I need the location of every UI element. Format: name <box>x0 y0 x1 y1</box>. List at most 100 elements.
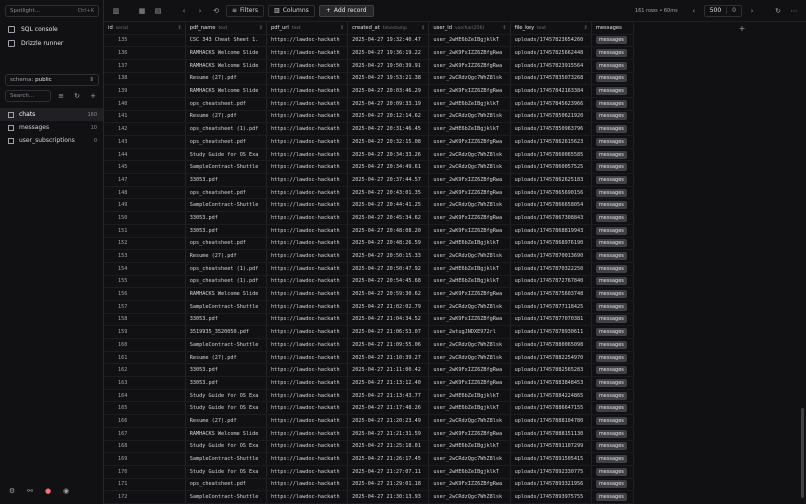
cell-user-id[interactable]: user_2wHE6bZeIBgjklkT <box>428 401 511 416</box>
cell-file-key[interactable]: uploads/17457868819943 <box>510 224 592 238</box>
cell-pdf-name[interactable]: SampleContract-Shuttle <box>185 198 267 213</box>
cell-user-id[interactable]: user_2wK9FxIZZ6ZBfgRwa <box>428 224 511 238</box>
columns-button[interactable]: ▥ Columns <box>268 4 315 17</box>
cell-user-id[interactable]: user_2wCRdzQgc7WhZ8lsk <box>428 72 511 86</box>
cell-id[interactable]: 149 <box>104 198 186 213</box>
cell-file-key[interactable]: uploads/17457862625183 <box>510 173 592 187</box>
table-row[interactable]: 139 RAMHACKS Welcome Slide https://lawdoc-… <box>104 84 635 98</box>
cell-pdf-name[interactable]: 33053.pdf <box>185 313 267 327</box>
cell-file-key[interactable]: uploads/17457884224865 <box>510 389 592 403</box>
table-row[interactable]: 149 SampleContract-Shuttle https://lawdoc-… <box>104 198 635 213</box>
messages-relation-button[interactable]: messages <box>595 467 627 476</box>
cell-pdf-name[interactable]: Study Guide for OS Exa <box>185 148 267 162</box>
pagination-inputs[interactable]: 500 0 <box>703 4 742 17</box>
cell-user-id[interactable]: user_2wCRdzQgc7WhZ8lsk <box>428 148 511 162</box>
cell-id[interactable]: 169 <box>104 452 186 466</box>
prev-page-icon[interactable]: ‹ <box>688 5 700 17</box>
forward-icon[interactable]: › <box>194 5 206 17</box>
cell-pdf-url[interactable]: https://lawdoc-hackath <box>266 275 349 289</box>
cell-id[interactable]: 143 <box>104 135 186 149</box>
messages-relation-button[interactable]: messages <box>595 391 627 400</box>
cell-file-key[interactable]: uploads/17457850963796 <box>510 122 592 136</box>
cell-user-id[interactable]: user_2wK9FxIZZ6ZBfgRwa <box>428 363 511 378</box>
cell-created-at[interactable]: 2025-04-27 21:20:23.49 <box>347 414 430 428</box>
cell-file-key[interactable]: uploads/17457870322250 <box>510 262 592 276</box>
sort-icon[interactable]: ⇕ <box>421 25 425 31</box>
table-row[interactable]: 150 33053.pdf https://lawdoc-hackath 2025-0… <box>104 211 635 225</box>
cell-id[interactable]: 159 <box>104 325 186 339</box>
cell-id[interactable]: 141 <box>104 110 186 124</box>
cell-pdf-name[interactable]: RAMHACKS Welcome Slide <box>185 59 267 73</box>
table-row[interactable]: 161 Resume (27).pdf https://lawdoc-hackath… <box>104 351 635 365</box>
history-icon[interactable]: ⟲ <box>210 5 222 17</box>
cell-user-id[interactable]: user_2wCRdzQgc7WhZ8lsk <box>428 490 511 504</box>
cell-file-key[interactable]: uploads/17457877118425 <box>510 300 592 314</box>
cell-pdf-name[interactable]: ops_cheatsheet (1).pdf <box>185 275 267 289</box>
cell-file-key[interactable]: uploads/17457866658054 <box>510 198 592 213</box>
cell-file-key[interactable]: uploads/17457868976190 <box>510 237 592 251</box>
column-header-created-at[interactable]: created_at timestamp ⇕ <box>347 22 430 35</box>
cell-pdf-url[interactable]: https://lawdoc-hackath <box>266 110 349 124</box>
table-row[interactable]: 157 SampleContract-Shuttle https://lawdoc-… <box>104 300 635 314</box>
cell-created-at[interactable]: 2025-04-27 20:03:46.29 <box>347 84 430 98</box>
table-row[interactable]: 144 Study Guide for OS Exa https://lawdoc-… <box>104 148 635 162</box>
cell-id[interactable]: 171 <box>104 478 186 492</box>
cell-pdf-name[interactable]: Resume (27).pdf <box>185 414 267 428</box>
cell-id[interactable]: 145 <box>104 160 186 175</box>
cell-id[interactable]: 136 <box>104 46 186 60</box>
cell-user-id[interactable]: user_2wCRdzQgc7WhZ8lsk <box>428 160 511 175</box>
table-row[interactable]: 166 Resume (27).pdf https://lawdoc-hackath… <box>104 414 635 428</box>
cell-pdf-name[interactable]: CSC 343 Cheat Sheet 1. <box>185 34 267 48</box>
cell-file-key[interactable]: uploads/17457891505415 <box>510 452 592 466</box>
table-row[interactable]: 152 ops_cheatsheet.pdf https://lawdoc-hack… <box>104 237 635 251</box>
messages-relation-button[interactable]: messages <box>595 188 627 197</box>
cell-user-id[interactable]: user_2wK9FxIZZ6ZBfgRwa <box>428 59 511 73</box>
cell-created-at[interactable]: 2025-04-27 21:26:17.45 <box>347 452 430 466</box>
cell-file-key[interactable]: uploads/17457825662448 <box>510 46 592 60</box>
cell-user-id[interactable]: user_2wCRdzQgc7WhZ8lsk <box>428 338 511 352</box>
refresh-icon[interactable]: ↻ <box>772 5 784 17</box>
messages-relation-button[interactable]: messages <box>595 315 627 324</box>
table-item-chats[interactable]: chats 160 <box>0 108 103 121</box>
cell-pdf-name[interactable]: 33053.pdf <box>185 211 267 225</box>
cell-id[interactable]: 148 <box>104 186 186 200</box>
cell-file-key[interactable]: uploads/17457877070381 <box>510 313 592 327</box>
table-row[interactable]: 155 ops_cheatsheet (1).pdf https://lawdoc-… <box>104 275 635 289</box>
cell-pdf-name[interactable]: Study Guide for OS Exa <box>185 440 267 454</box>
cell-pdf-url[interactable]: https://lawdoc-hackath <box>266 211 349 225</box>
messages-relation-button[interactable]: messages <box>595 277 627 286</box>
cell-created-at[interactable]: 2025-04-27 21:10:39.27 <box>347 351 430 365</box>
cell-pdf-url[interactable]: https://lawdoc-hackath <box>266 414 349 428</box>
cell-pdf-url[interactable]: https://lawdoc-hackath <box>266 300 349 314</box>
cell-pdf-url[interactable]: https://lawdoc-hackath <box>266 313 349 327</box>
table-row[interactable]: 164 Study Guide for OS Exa https://lawdoc-… <box>104 389 635 403</box>
cell-user-id[interactable]: user_2wHE6bZeIBgjklkT <box>428 440 511 454</box>
cell-pdf-url[interactable]: https://lawdoc-hackath <box>266 351 349 365</box>
cell-id[interactable]: 140 <box>104 97 186 111</box>
cell-pdf-name[interactable]: RAMHACKS Welcome Slide <box>185 427 267 441</box>
cell-pdf-url[interactable]: https://lawdoc-hackath <box>266 34 349 48</box>
cell-id[interactable]: 160 <box>104 338 186 352</box>
messages-relation-button[interactable]: messages <box>595 239 627 248</box>
cell-file-key[interactable]: uploads/17457872767840 <box>510 275 592 289</box>
column-header-messages[interactable]: messages <box>591 22 635 35</box>
cell-created-at[interactable]: 2025-04-27 19:50:39.91 <box>347 59 430 73</box>
sort-icon[interactable]: ⇕ <box>502 25 506 31</box>
cell-file-key[interactable]: uploads/17457893321956 <box>510 478 592 492</box>
messages-relation-button[interactable]: messages <box>595 87 627 96</box>
cell-pdf-url[interactable]: https://lawdoc-hackath <box>266 97 349 111</box>
cell-id[interactable]: 164 <box>104 389 186 403</box>
cell-user-id[interactable]: user_2wK9FxIZZ6ZBfgRwa <box>428 84 511 98</box>
cell-user-id[interactable]: user_2wCRdzQgc7WhZ8lsk <box>428 414 511 428</box>
messages-relation-button[interactable]: messages <box>595 163 627 172</box>
cell-user-id[interactable]: user_2wHE6bZeIBgjklkT <box>428 237 511 251</box>
table-row[interactable]: 168 Study Guide for OS Exa https://lawdoc-… <box>104 440 635 454</box>
cell-pdf-name[interactable]: SampleContract-Shuttle <box>185 338 267 352</box>
cell-pdf-name[interactable]: Resume (27).pdf <box>185 249 267 263</box>
cell-file-key[interactable]: uploads/17457845623966 <box>510 97 592 111</box>
table-row[interactable]: 153 Resume (27).pdf https://lawdoc-hackath… <box>104 249 635 263</box>
grid-view-icon[interactable]: ▦ <box>136 5 148 17</box>
cell-user-id[interactable]: user_2wHE6bZeIBgjklkT <box>428 465 511 479</box>
column-header-pdf-name[interactable]: pdf_name text ⇕ <box>185 22 267 35</box>
cell-created-at[interactable]: 2025-04-27 20:44:41.25 <box>347 198 430 213</box>
